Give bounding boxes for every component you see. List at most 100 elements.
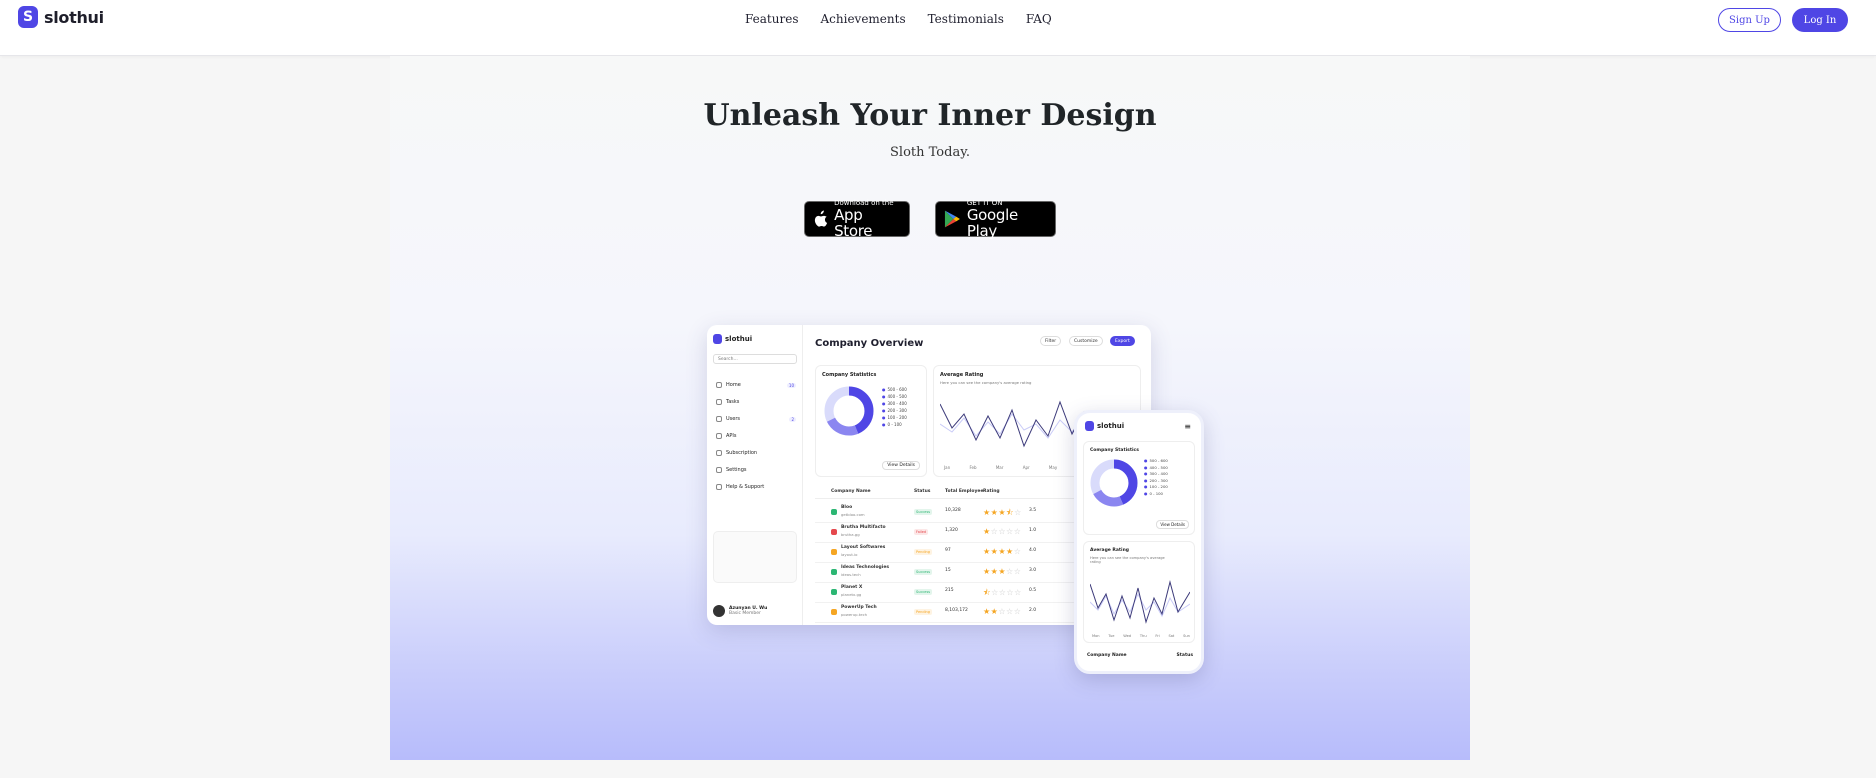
nav-link-faq[interactable]: FAQ bbox=[1026, 12, 1052, 26]
hero-title: Unleash Your Inner Design bbox=[703, 98, 1157, 133]
company-logo-icon bbox=[831, 569, 837, 575]
rating-stars: ⯪☆☆☆☆ bbox=[983, 588, 1022, 597]
mockup-stats-title: Company Statistics bbox=[822, 372, 877, 378]
google-play-icon bbox=[944, 210, 960, 228]
mockup-sidebar-item-users: Users 2 bbox=[716, 416, 796, 422]
rating-value: 0.5 bbox=[1029, 588, 1037, 593]
company-name: Layout Softwares bbox=[841, 545, 886, 550]
phone-logo-icon bbox=[1085, 421, 1094, 431]
donut-chart bbox=[824, 386, 874, 436]
avatar bbox=[713, 605, 725, 617]
phone-stats-legend: 500 - 600400 - 500300 - 400200 - 300100 … bbox=[1144, 458, 1168, 497]
employee-count: 97 bbox=[945, 548, 951, 553]
phone-mockup: slothui ≡ Company Statistics 500 - 60040… bbox=[1074, 410, 1204, 674]
company-logo-icon bbox=[831, 549, 837, 555]
phone-status-header: Status bbox=[1176, 653, 1193, 658]
top-navbar: S slothui Features Achievements Testimon… bbox=[0, 0, 1876, 56]
apple-icon bbox=[814, 210, 828, 227]
employee-count: 15 bbox=[945, 568, 951, 573]
subscription-icon bbox=[716, 450, 722, 456]
employee-count: 8,103,172 bbox=[945, 608, 968, 613]
status-badge: Success bbox=[914, 589, 933, 595]
mockup-rating-title: Average Rating bbox=[940, 372, 984, 378]
mockup-sidebar-item-settings: Settings bbox=[716, 467, 796, 473]
mockup-user-role: Basic Member bbox=[729, 611, 761, 616]
company-logo-icon bbox=[831, 609, 837, 615]
mockup-sidebar-item-subscription: Subscription bbox=[716, 450, 796, 456]
app-store-label: App Store bbox=[834, 206, 873, 240]
mockup-rating-subtitle: Here you can see the company's average r… bbox=[940, 380, 1032, 385]
mockup-promo-card bbox=[713, 531, 797, 583]
phone-table-header: Company Name bbox=[1087, 653, 1127, 658]
company-site: powerup.tech bbox=[841, 612, 868, 617]
employee-count: 1,320 bbox=[945, 528, 958, 533]
company-site: ideas.tech bbox=[841, 572, 861, 577]
mockup-brand-name: slothui bbox=[725, 335, 753, 343]
company-logo-icon bbox=[831, 589, 837, 595]
mockup-customize-pill: Customize bbox=[1069, 336, 1103, 346]
mockup-stats-card: Company Statistics 500 - 600400 - 500300… bbox=[815, 365, 927, 477]
rating-value: 1.0 bbox=[1029, 528, 1037, 533]
mockup-filter-pill: Filter bbox=[1040, 336, 1062, 346]
company-logo-icon bbox=[831, 509, 837, 515]
menu-icon: ≡ bbox=[1184, 422, 1191, 431]
rating-value: 2.0 bbox=[1029, 608, 1037, 613]
log-in-button[interactable]: Log In bbox=[1792, 8, 1848, 32]
status-badge: Pending bbox=[914, 609, 932, 615]
company-logo-icon bbox=[831, 529, 837, 535]
nav-link-testimonials[interactable]: Testimonials bbox=[928, 12, 1004, 26]
phone-rating-title: Average Rating bbox=[1090, 548, 1130, 553]
company-site: planetx.gg bbox=[841, 592, 862, 597]
home-icon bbox=[716, 382, 722, 388]
phone-rating-subtitle: Here you can see the company's average r… bbox=[1090, 556, 1165, 564]
status-badge: Pending bbox=[914, 549, 932, 555]
nav-link-features[interactable]: Features bbox=[745, 12, 798, 26]
mockup-brand: slothui bbox=[713, 334, 752, 344]
api-icon bbox=[716, 433, 722, 439]
app-store-button[interactable]: Download on the App Store bbox=[804, 199, 910, 240]
rating-stars: ★☆☆☆☆ bbox=[983, 527, 1022, 536]
mockup-sidebar-item-home: Home 10 bbox=[716, 382, 796, 388]
mockup-logo-icon bbox=[713, 334, 722, 344]
phone-rating-line-chart bbox=[1090, 580, 1190, 624]
nav-links: Features Achievements Testimonials FAQ bbox=[745, 12, 1052, 26]
mockup-sidebar-item-apis: APIs bbox=[716, 433, 796, 439]
status-badge: Success bbox=[914, 569, 933, 575]
google-play-button[interactable]: GET IT ON Google Play bbox=[935, 199, 1056, 240]
brand-name: slothui bbox=[44, 7, 104, 27]
gear-icon bbox=[716, 467, 722, 473]
employee-count: 215 bbox=[945, 588, 954, 593]
phone-rating-card: Average Rating Here you can see the comp… bbox=[1083, 541, 1195, 643]
sign-up-button[interactable]: Sign Up bbox=[1718, 8, 1781, 32]
company-site: layout.io bbox=[841, 552, 858, 557]
users-icon bbox=[716, 416, 722, 422]
tasks-icon bbox=[716, 399, 722, 405]
phone-stats-card: Company Statistics 500 - 600400 - 500300… bbox=[1083, 441, 1195, 535]
nav-link-achievements[interactable]: Achievements bbox=[820, 12, 905, 26]
google-play-label: Google Play bbox=[966, 206, 1018, 240]
rating-value: 3.5 bbox=[1029, 508, 1037, 513]
company-site: brutha.gg bbox=[841, 532, 860, 537]
mockup-user: Azunyan U. Wu Basic Member bbox=[713, 605, 767, 617]
mockup-export-pill: Export bbox=[1110, 336, 1135, 346]
company-name: Planet X bbox=[841, 585, 863, 590]
rating-value: 3.0 bbox=[1029, 568, 1037, 573]
mockup-sidebar-item-help: Help & Support bbox=[716, 484, 796, 490]
logo-icon: S bbox=[18, 6, 38, 28]
mockup-sidebar: slothui Search... Home 10 Tasks Users 2 AP… bbox=[707, 325, 803, 625]
mockup-search-input: Search... bbox=[713, 354, 797, 364]
company-site: getbloo.com bbox=[841, 512, 865, 517]
rating-value: 4.0 bbox=[1029, 548, 1037, 553]
status-badge: Success bbox=[914, 509, 933, 515]
phone-stats-title: Company Statistics bbox=[1090, 448, 1139, 453]
mockup-view-details: View Details bbox=[882, 461, 920, 470]
brand-logo[interactable]: S slothui bbox=[18, 6, 104, 28]
rating-stars: ★★★★☆ bbox=[983, 547, 1022, 556]
rating-stars: ★★☆☆☆ bbox=[983, 607, 1022, 616]
phone-rating-days: Mon Tue Wed Thu Fri Sat Sun bbox=[1092, 634, 1190, 638]
phone-brand: slothui bbox=[1085, 421, 1124, 431]
company-name: Bloo bbox=[841, 505, 853, 510]
rating-stars: ★★★⯪☆ bbox=[983, 508, 1022, 517]
mockup-stats-legend: 500 - 600400 - 500300 - 400200 - 300100 … bbox=[882, 386, 907, 428]
phone-view-details: View Details bbox=[1156, 520, 1189, 529]
